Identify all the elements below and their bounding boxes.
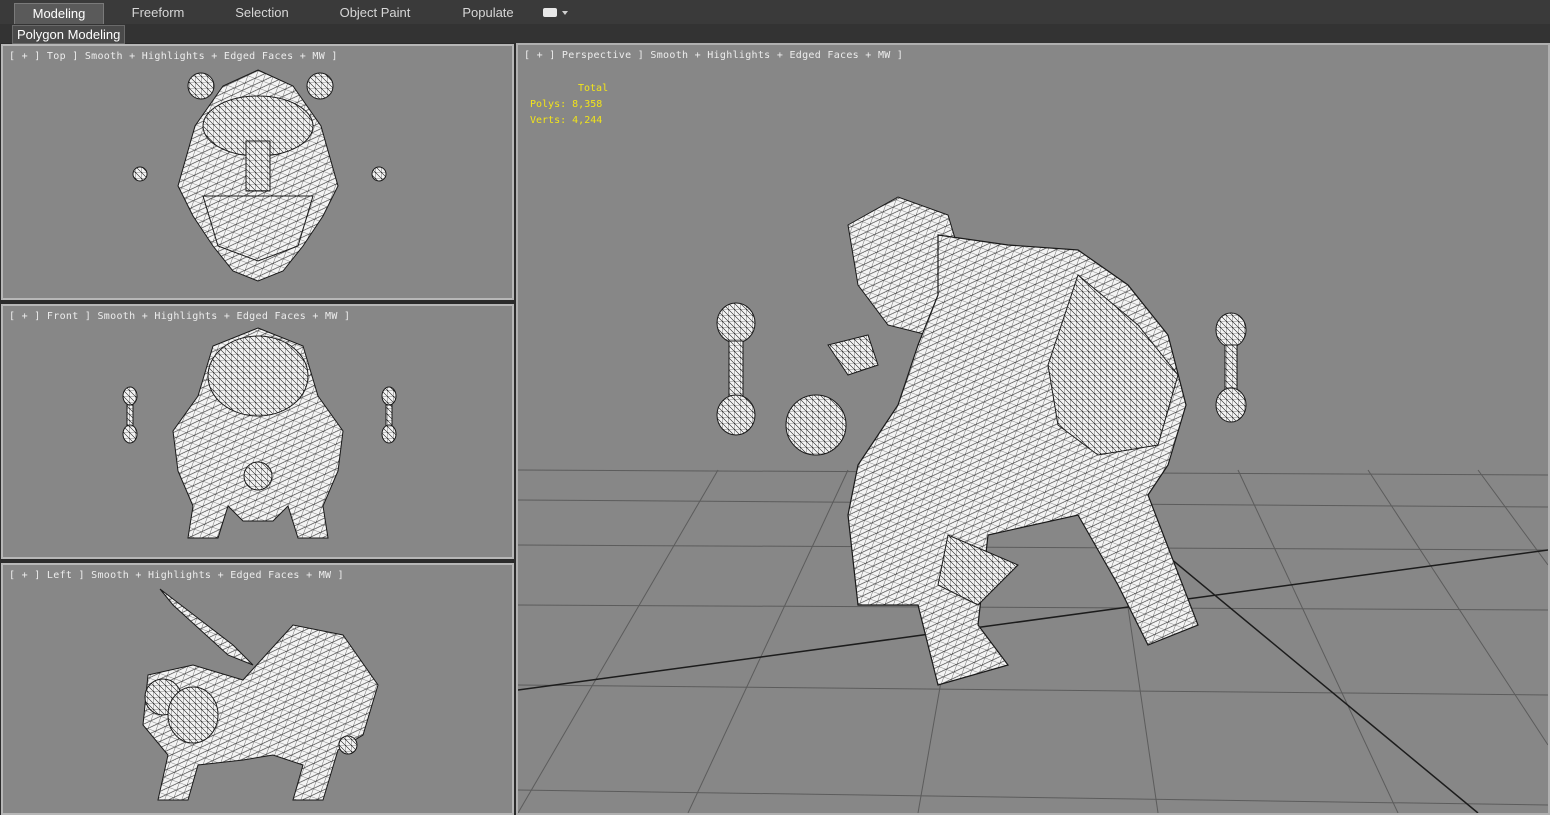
ribbon-options-dropdown[interactable] <box>543 7 568 19</box>
ribbon-panel-bar: Polygon Modeling <box>0 24 1550 44</box>
perspective-scene <box>518 196 1548 813</box>
viewport-front[interactable]: [ + ] Front ] Smooth + Highlights + Edge… <box>1 304 514 559</box>
tab-freeform[interactable]: Freeform <box>118 3 198 23</box>
polygon-modeling-panel-button[interactable]: Polygon Modeling <box>12 25 126 44</box>
viewport-left[interactable]: [ + ] Left ] Smooth + Highlights + Edged… <box>1 563 514 815</box>
viewport-perspective[interactable]: [ + ] Perspective ] Smooth + Highlights … <box>516 43 1550 815</box>
top-view-model <box>132 69 387 282</box>
front-view-model <box>122 327 397 539</box>
ribbon-tab-bar: Modeling Freeform Selection Object Paint… <box>0 0 1550 25</box>
tab-populate[interactable]: Populate <box>450 3 526 23</box>
perspective-pole-left <box>716 302 756 436</box>
front-pole-left <box>122 386 138 444</box>
front-pole-right <box>381 386 397 444</box>
perspective-pole-right <box>1215 312 1247 423</box>
left-view-model <box>142 588 379 801</box>
ribbon-toggle-icon <box>543 8 557 17</box>
tab-object-paint[interactable]: Object Paint <box>330 3 420 23</box>
tab-modeling[interactable]: Modeling <box>14 3 104 24</box>
viewport-top[interactable]: [ + ] Top ] Smooth + Highlights + Edged … <box>1 44 514 300</box>
chevron-down-icon <box>562 11 568 15</box>
tab-selection[interactable]: Selection <box>222 3 302 23</box>
